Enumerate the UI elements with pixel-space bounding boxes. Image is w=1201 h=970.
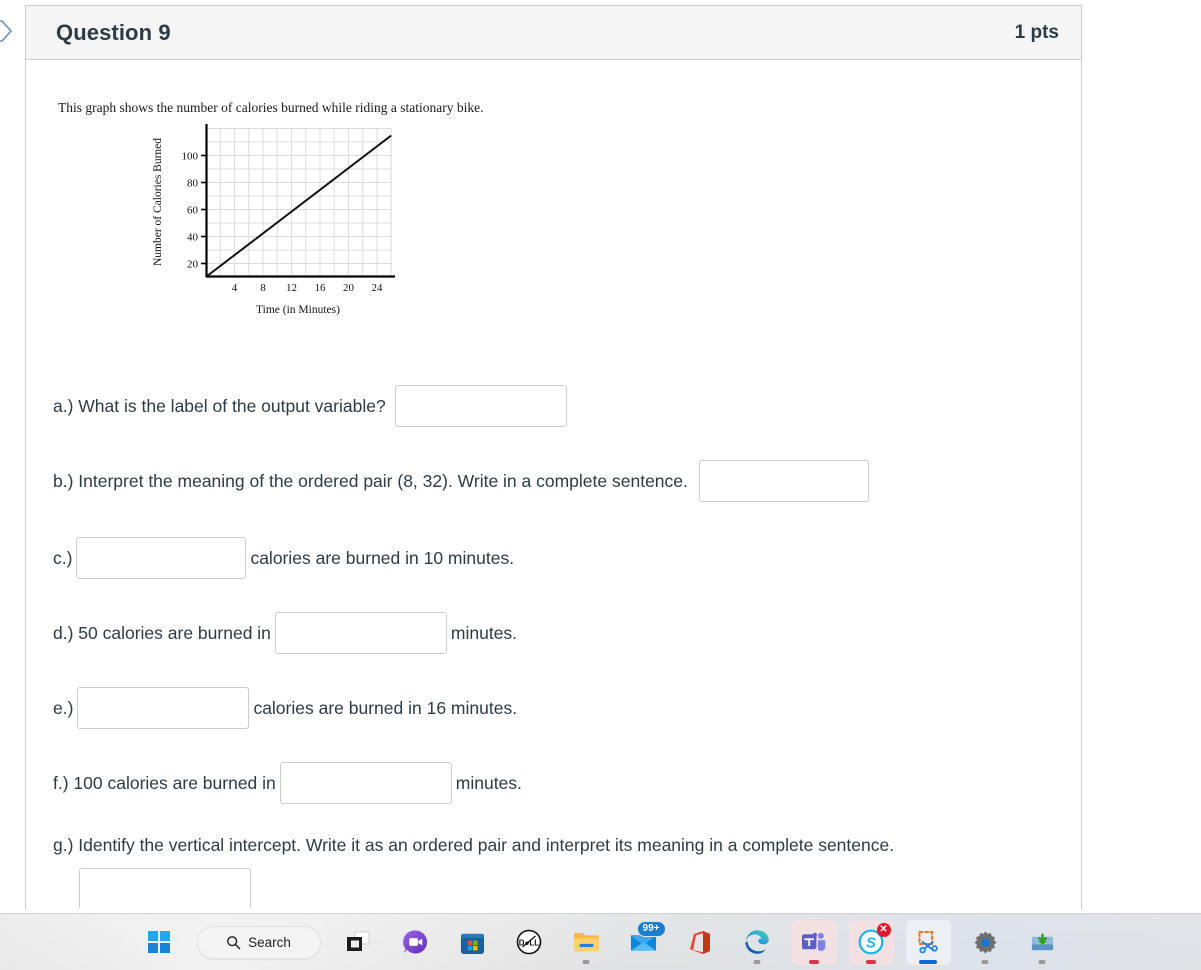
teams-icon [801, 932, 826, 951]
start-button[interactable] [137, 920, 182, 965]
question-header: Question 9 1 pts [26, 5, 1081, 60]
question-f-prefix: f.) 100 calories are burned in [53, 772, 276, 793]
x-tick-8: 8 [260, 282, 266, 294]
running-indicator [1038, 960, 1046, 964]
y-tick-20: 20 [187, 259, 199, 271]
gear-icon [973, 930, 997, 954]
snipping-tool-icon [918, 931, 938, 954]
dell-button[interactable]: D●LL [507, 920, 552, 965]
snipping-tool-button[interactable] [905, 919, 951, 965]
x-tick-16: 16 [315, 282, 327, 294]
question-body: This graph shows the number of calories … [26, 60, 1081, 908]
question-e-suffix: calories are burned in 16 minutes. [253, 697, 518, 718]
question-item-g: g.) Identify the vertical intercept. Wri… [53, 835, 894, 908]
svg-text:D●LL: D●LL [519, 939, 539, 948]
question-item-f: f.) 100 calories are burned in minutes. [53, 762, 522, 804]
question-d-prefix: d.) 50 calories are burned in [53, 622, 271, 643]
settings-button[interactable] [963, 920, 1008, 965]
install-download-icon [1031, 933, 1053, 950]
teams-button[interactable] [791, 919, 837, 965]
svg-text:S: S [866, 935, 876, 951]
office-icon [690, 930, 710, 954]
answer-input-d[interactable] [274, 612, 447, 654]
x-tick-24: 24 [372, 282, 384, 294]
calories-graph: 20 40 60 80 100 4 8 12 16 20 24 Time (in… [139, 120, 399, 320]
question-f-suffix: minutes. [455, 772, 522, 793]
question-b-text: b.) Interpret the meaning of the ordered… [53, 470, 688, 491]
answer-input-g[interactable] [79, 868, 251, 908]
y-tick-40: 40 [187, 232, 199, 244]
running-indicator [582, 960, 590, 964]
page-title: Question 9 [56, 19, 171, 45]
mail-badge: 99+ [636, 920, 666, 937]
active-indicator [866, 960, 876, 964]
mail-button[interactable]: 99+ [621, 920, 666, 965]
running-indicator [981, 960, 989, 964]
answer-input-c[interactable] [76, 537, 247, 579]
file-explorer-button[interactable] [564, 920, 609, 965]
question-panel: Question 9 1 pts This graph shows the nu… [25, 5, 1082, 910]
task-view-icon [347, 931, 370, 951]
question-d-suffix: minutes. [450, 622, 518, 643]
focused-indicator [919, 960, 937, 964]
taskbar: Search D●LL 99+ S ✕ [0, 913, 1201, 970]
question-item-e: e.) calories are burned in 16 minutes. [53, 687, 517, 729]
active-indicator [809, 960, 819, 964]
search-icon [227, 935, 241, 949]
question-c-suffix: calories are burned in 10 minutes. [250, 547, 515, 568]
question-item-d: d.) 50 calories are burned in minutes. [53, 612, 517, 654]
y-axis-label: Number of Calories Burned [152, 138, 164, 266]
edge-icon [745, 930, 769, 954]
screen: Question 9 1 pts This graph shows the nu… [0, 0, 1201, 970]
folder-icon [573, 932, 599, 952]
office-button[interactable] [678, 920, 723, 965]
question-g-text: g.) Identify the vertical intercept. Wri… [53, 835, 895, 855]
question-item-c: c.) calories are burned in 10 minutes. [53, 537, 514, 579]
y-tick-80: 80 [187, 178, 199, 190]
windows-logo-icon [148, 931, 170, 953]
x-axis-label: Time (in Minutes) [256, 304, 340, 316]
answer-input-b[interactable] [698, 460, 869, 502]
chat-button[interactable] [393, 920, 438, 965]
search-label: Search [248, 934, 291, 950]
installer-button[interactable] [1020, 920, 1065, 965]
answer-input-a[interactable] [394, 385, 567, 427]
microsoft-store-button[interactable] [450, 920, 495, 965]
x-tick-12: 12 [286, 282, 297, 294]
search-box[interactable]: Search [196, 925, 321, 959]
question-prompt: This graph shows the number of calories … [58, 100, 484, 115]
dell-logo-icon: D●LL [516, 929, 542, 955]
answer-input-f[interactable] [279, 762, 452, 804]
y-tick-60: 60 [187, 205, 199, 217]
edge-button[interactable] [735, 920, 780, 965]
chat-icon [402, 930, 427, 954]
question-e-prefix: e.) [53, 697, 74, 718]
x-tick-4: 4 [232, 282, 238, 294]
y-tick-100: 100 [182, 151, 199, 163]
running-indicator [753, 960, 761, 964]
task-view-button[interactable] [336, 920, 381, 965]
chevron-right-icon [0, 18, 14, 44]
question-a-text: a.) What is the label of the output vari… [53, 395, 386, 416]
x-tick-20: 20 [343, 282, 355, 294]
question-item-b: b.) Interpret the meaning of the ordered… [53, 460, 869, 502]
question-c-prefix: c.) [53, 547, 73, 568]
error-badge-icon: ✕ [876, 922, 891, 937]
answer-input-e[interactable] [77, 687, 250, 729]
question-item-a: a.) What is the label of the output vari… [53, 385, 567, 427]
points-badge: 1 pts [1014, 21, 1059, 43]
skype-button[interactable]: S ✕ [848, 919, 894, 965]
microsoft-store-icon [460, 933, 484, 954]
